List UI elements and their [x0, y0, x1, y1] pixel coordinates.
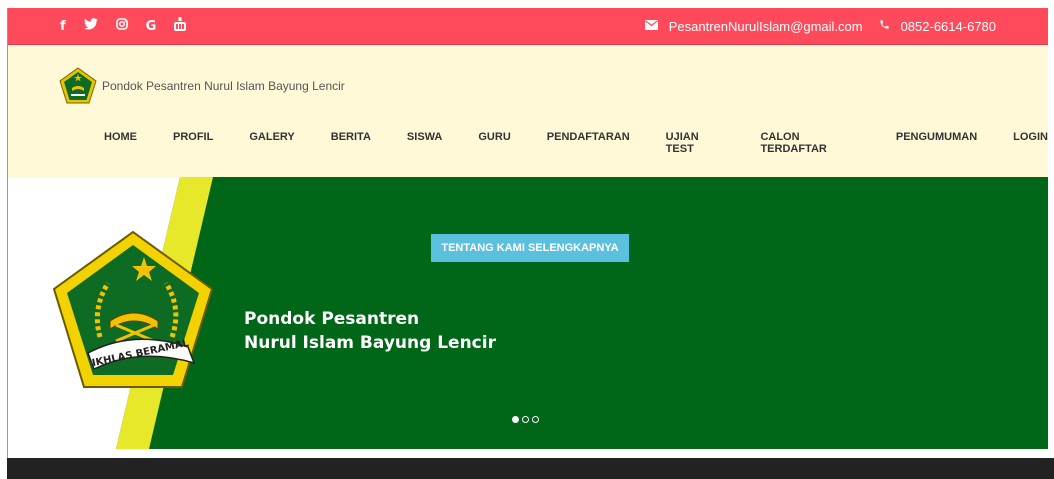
social-links: f G: [60, 8, 187, 44]
bottom-left-gutter: [0, 458, 7, 479]
contact-info: PesantrenNurulIslam@gmail.com 0852-6614-…: [644, 8, 996, 44]
nav-item-pendaftaran[interactable]: PENDAFTARAN: [547, 131, 630, 155]
nav-item-home[interactable]: HOME: [104, 131, 137, 155]
site-logo-link[interactable]: Pondok Pesantren Nurul Islam Bayung Lenc…: [58, 66, 345, 106]
bottom-section-edge: [0, 458, 1054, 479]
hero-title-line1: Pondok Pesantren: [244, 309, 420, 329]
phone-icon: [879, 19, 890, 33]
envelope-icon: [644, 19, 658, 33]
twitter-icon[interactable]: [83, 18, 98, 34]
slider-dot-2[interactable]: [522, 416, 529, 423]
phone-number[interactable]: 0852-6614-6780: [901, 19, 996, 34]
kemenag-emblem-icon: IKHLAS BERAMAL: [52, 230, 214, 388]
nav-item-profil[interactable]: PROFIL: [173, 131, 213, 155]
hero-title: Pondok Pesantren Nurul Islam Bayung Lenc…: [244, 307, 496, 355]
main-nav: HOME PROFIL GALERY BERITA SISWA GURU PEN…: [104, 131, 1048, 155]
nav-item-calon-terdaftar[interactable]: CALON TERDAFTAR: [760, 131, 859, 155]
site-header: Pondok Pesantren Nurul Islam Bayung Lenc…: [8, 45, 1048, 177]
nav-item-guru[interactable]: GURU: [478, 131, 510, 155]
slider-indicators: [512, 416, 539, 423]
top-bar: f G PesantrenNurulIslam@gmail.com 0852-6…: [8, 8, 1048, 45]
brand-name: Pondok Pesantren Nurul Islam Bayung Lenc…: [102, 79, 345, 93]
nav-item-ujian-test[interactable]: UJIAN TEST: [666, 131, 725, 155]
nav-item-login[interactable]: LOGIN: [1013, 131, 1048, 155]
nav-item-galery[interactable]: GALERY: [249, 131, 294, 155]
email-link[interactable]: PesantrenNurulIslam@gmail.com: [669, 19, 863, 34]
kemenag-logo-icon: [59, 67, 97, 104]
nav-item-siswa[interactable]: SISWA: [407, 131, 442, 155]
slider-dot-3[interactable]: [532, 416, 539, 423]
nav-item-berita[interactable]: BERITA: [331, 131, 371, 155]
hero-slider: IKHLAS BERAMAL TENTANG KAMI SELENGKAPNYA…: [8, 177, 1048, 449]
nav-item-pengumuman[interactable]: PENGUMUMAN: [896, 131, 977, 155]
google-icon[interactable]: G: [146, 19, 157, 34]
youtube-icon[interactable]: [174, 17, 187, 35]
about-us-button[interactable]: TENTANG KAMI SELENGKAPNYA: [431, 234, 629, 262]
facebook-icon[interactable]: f: [60, 19, 66, 34]
hero-title-line2: Nurul Islam Bayung Lencir: [244, 333, 496, 353]
instagram-icon[interactable]: [115, 18, 128, 34]
browser-viewport: f G PesantrenNurulIslam@gmail.com 0852-6…: [7, 8, 1048, 474]
slider-dot-1[interactable]: [512, 416, 519, 423]
